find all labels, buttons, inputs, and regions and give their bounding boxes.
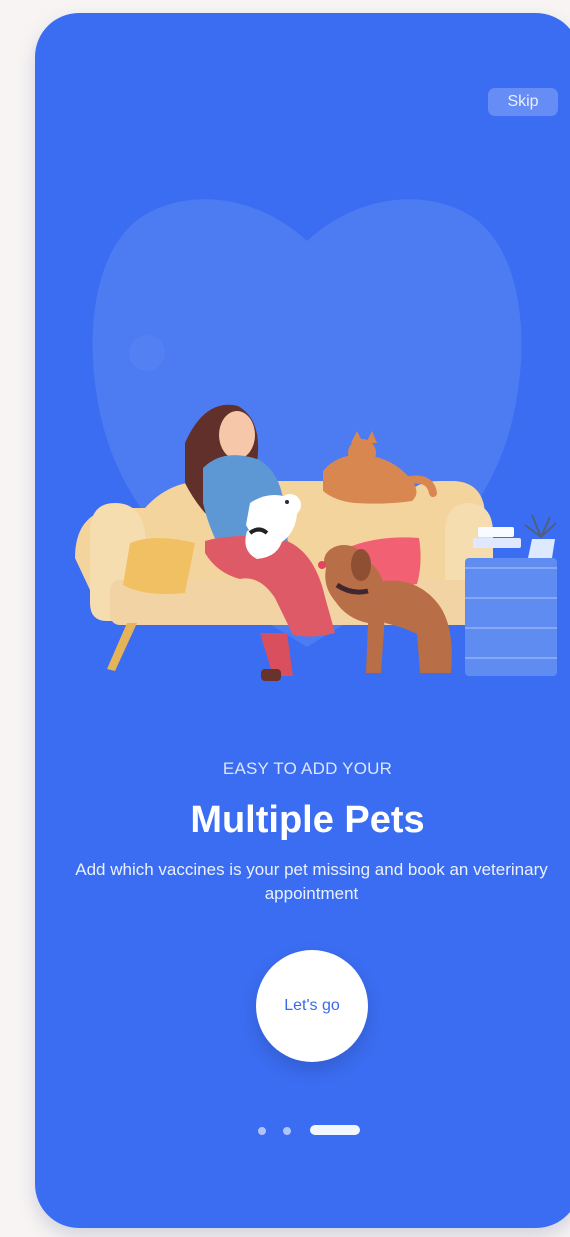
onboarding-screen: Skip EASY TO ADD YOUR Multiple Pets Add … <box>35 13 570 1228</box>
onboarding-eyebrow: EASY TO ADD YOUR <box>222 759 393 778</box>
page-dot-1 <box>258 1127 266 1135</box>
pagination-indicator <box>35 1123 570 1139</box>
pet-owner-illustration <box>75 199 557 681</box>
lets-go-button[interactable]: Let's go <box>256 950 368 1062</box>
onboarding-description: Add which vaccines is your pet missing a… <box>75 860 548 903</box>
onboarding-title: Multiple Pets <box>190 799 425 841</box>
page-dot-2 <box>283 1127 291 1135</box>
side-table-graphic <box>465 514 557 676</box>
page-dot-active <box>310 1125 360 1135</box>
